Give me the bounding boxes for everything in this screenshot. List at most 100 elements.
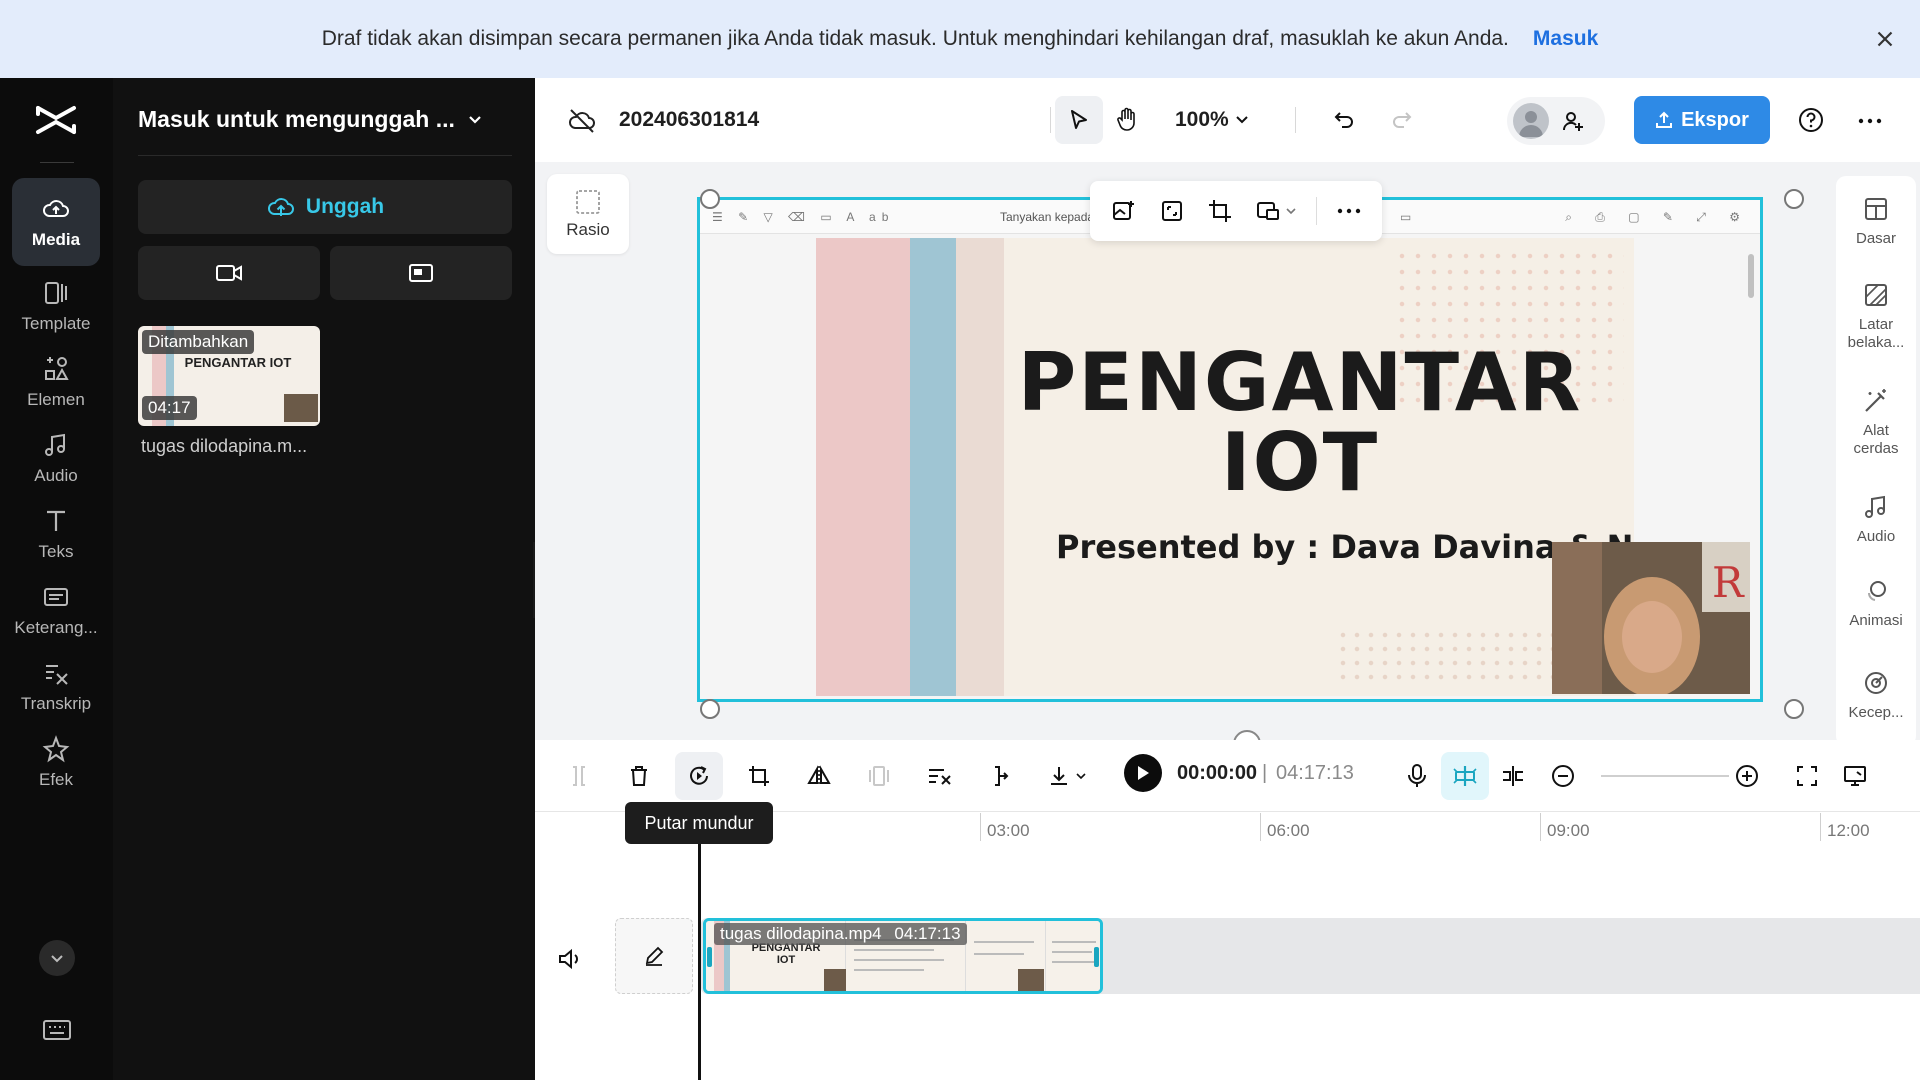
video-camera-icon (216, 265, 242, 281)
remove-background-button[interactable] (915, 752, 963, 800)
mirror-button[interactable] (795, 752, 843, 800)
fit-timeline-button[interactable] (1783, 752, 1831, 800)
panel-item-label: Animasi (1849, 612, 1903, 629)
rail-item-media[interactable]: Media (12, 178, 100, 266)
add-user-icon[interactable] (1561, 109, 1585, 133)
clip-trim-handle-right[interactable] (1094, 947, 1099, 967)
zoom-dropdown[interactable]: 100% (1175, 108, 1249, 132)
undo-button[interactable] (1320, 96, 1368, 144)
resize-handle[interactable] (1784, 189, 1804, 209)
zoom-out-button[interactable] (1539, 752, 1587, 800)
crop-button[interactable] (1198, 189, 1242, 233)
more-options-icon[interactable] (1857, 108, 1883, 134)
upload-button[interactable]: Unggah (138, 180, 512, 234)
project-name[interactable]: 202406301814 (619, 108, 759, 132)
pdf-scrollbar[interactable] (1748, 254, 1754, 298)
voiceover-button[interactable] (1393, 752, 1441, 800)
ruler-tick (1260, 813, 1261, 841)
freeze-button[interactable] (855, 752, 903, 800)
panel-item-label: Audio (1856, 528, 1896, 545)
cloud-off-icon (569, 109, 595, 133)
ruler-label: 09:00 (1547, 821, 1590, 840)
record-screen-button[interactable] (330, 246, 512, 300)
slide-stripe (956, 238, 1004, 696)
record-video-button[interactable] (138, 246, 320, 300)
avatar[interactable] (1513, 103, 1549, 139)
floatbar-more-button[interactable] (1327, 189, 1371, 233)
thumb-title: PENGANTAR IOT (184, 355, 292, 370)
select-tool-button[interactable] (1055, 96, 1103, 144)
hand-icon (1117, 107, 1135, 131)
timeline-zoom-slider[interactable] (1601, 775, 1729, 777)
fit-button[interactable] (1150, 189, 1194, 233)
hand-tool-button[interactable] (1103, 96, 1151, 144)
clip-trim-handle-left[interactable] (707, 947, 712, 967)
music-note-icon (1865, 495, 1885, 518)
track-edit-button[interactable] (615, 918, 693, 994)
download-dropdown-button[interactable] (1037, 752, 1097, 800)
rail-item-captions[interactable]: Keterang... (12, 566, 100, 654)
media-thumbnail[interactable]: PENGANTAR IOT Ditambahkan 04:17 (138, 326, 320, 426)
ratio-button[interactable]: Rasio (547, 174, 629, 254)
split-button[interactable] (555, 752, 603, 800)
rail-item-effects[interactable]: Efek (12, 718, 100, 806)
toolbar-divider (1295, 107, 1296, 133)
capcut-logo-icon[interactable] (34, 102, 78, 138)
chevron-down-icon (469, 115, 481, 124)
playhead[interactable] (698, 843, 701, 1080)
panel-item-basic[interactable]: Dasar (1836, 194, 1916, 248)
play-button[interactable] (1124, 754, 1162, 792)
tooltip: Putar mundur (625, 802, 773, 844)
user-avatar-icon (1519, 111, 1543, 137)
zoom-in-icon (1736, 765, 1758, 787)
panel-item-smart-tools[interactable]: Alat cerdas (1836, 386, 1916, 458)
close-icon[interactable] (1872, 26, 1898, 52)
rail-item-text[interactable]: Teks (12, 490, 100, 578)
panel-item-speed[interactable]: Kecep... (1836, 668, 1916, 722)
speaker-icon[interactable] (557, 946, 583, 972)
slide-stripe (910, 238, 956, 696)
resize-handle[interactable] (700, 699, 720, 719)
preview-mode-button[interactable] (1831, 752, 1879, 800)
trim-button[interactable] (975, 752, 1023, 800)
total-time: 04:17:13 (1276, 762, 1354, 784)
rail-label: Elemen (27, 390, 85, 409)
rail-label: Teks (38, 542, 74, 561)
panel-item-label: Dasar (1855, 230, 1896, 247)
rail-item-template[interactable]: Template (12, 262, 100, 350)
collaborators (1507, 97, 1605, 145)
resize-handle[interactable] (1784, 699, 1804, 719)
keyboard-icon[interactable] (42, 1018, 72, 1042)
current-time: 00:00:00 (1177, 762, 1258, 784)
help-icon[interactable] (1797, 106, 1825, 134)
rail-item-elements[interactable]: Elemen (12, 338, 100, 426)
mask-dropdown-button[interactable] (1246, 189, 1306, 233)
rail-label: Efek (38, 770, 74, 789)
export-button[interactable]: Ekspor (1634, 96, 1770, 144)
video-frame[interactable]: ☰ ✎ ▽ ⌫ ▭ A ab Tanyakan kepada ▭ ⌕ ⎙ ▢ ✎… (697, 197, 1763, 702)
video-clip[interactable]: PENGANTAR IOT tugas dilodapina.mp4 04:17:… (703, 918, 1103, 994)
zoom-in-button[interactable] (1723, 752, 1771, 800)
panel-header[interactable]: Masuk untuk mengunggah ... (138, 106, 483, 133)
rail-label: Media (31, 230, 81, 249)
panel-item-audio[interactable]: Audio (1836, 492, 1916, 546)
panel-item-background[interactable]: Latar belaka... (1836, 280, 1916, 352)
crop-button[interactable] (735, 752, 783, 800)
replace-media-button[interactable] (1102, 189, 1146, 233)
resize-handle[interactable] (700, 189, 720, 209)
redo-button[interactable] (1378, 96, 1426, 144)
upload-icon (1656, 111, 1673, 128)
slide-title: PENGANTAR IOT (1006, 343, 1594, 503)
rail-item-transcript[interactable]: Transkrip (12, 642, 100, 730)
signin-link[interactable]: Masuk (1533, 27, 1598, 51)
trash-icon (631, 766, 647, 786)
snap-button[interactable] (1441, 752, 1489, 800)
panel-item-label: Alat cerdas (1853, 422, 1899, 457)
rail-more-button[interactable] (39, 940, 75, 976)
delete-button[interactable] (615, 752, 663, 800)
split-scene-button[interactable] (1489, 752, 1537, 800)
webcam-overlay: R (1552, 542, 1750, 694)
rail-item-audio[interactable]: Audio (12, 414, 100, 502)
reverse-button[interactable] (675, 752, 723, 800)
panel-item-animation[interactable]: Animasi (1836, 576, 1916, 630)
